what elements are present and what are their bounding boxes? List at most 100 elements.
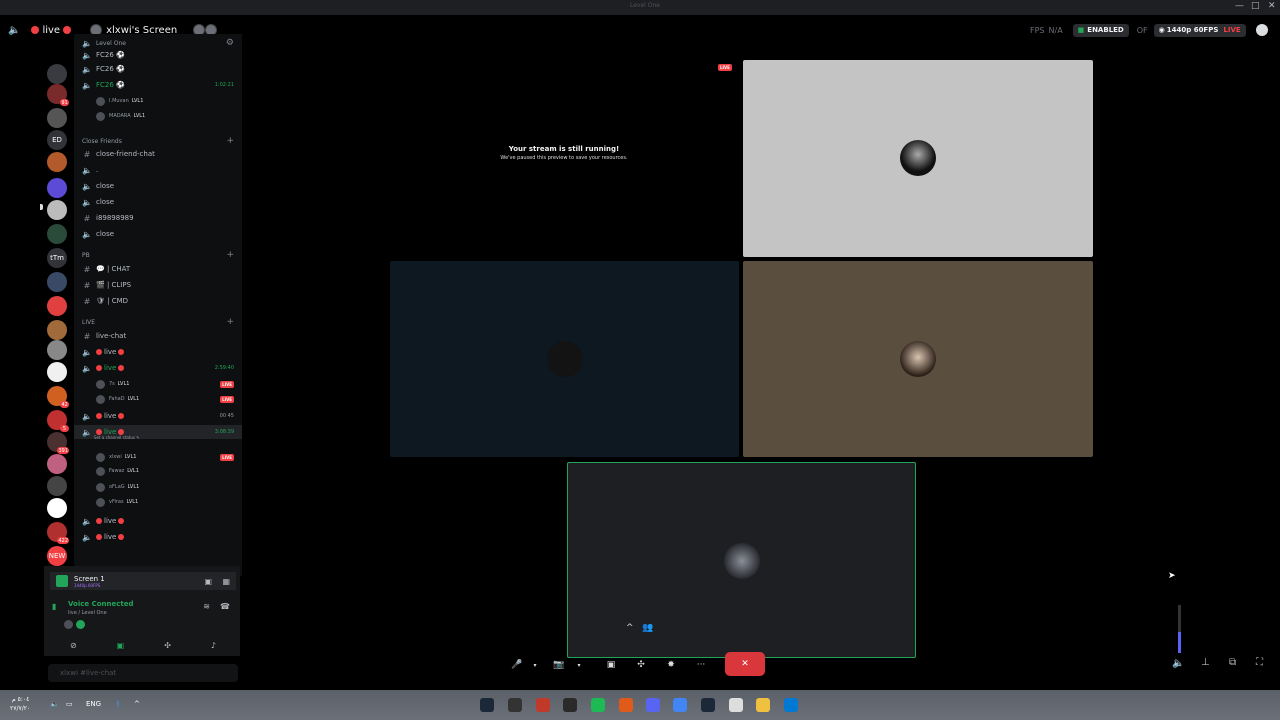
channel-category[interactable]: LIVE + — [74, 315, 242, 329]
minimize-button[interactable]: — — [1235, 1, 1244, 11]
channel-category[interactable]: PB + — [74, 248, 242, 262]
volume-tray-icon[interactable]: 🔈 — [50, 700, 59, 708]
server-icon[interactable] — [47, 152, 67, 172]
taskbar-app-icon[interactable] — [619, 698, 633, 712]
voice-user[interactable]: vFiras LVL1 — [74, 495, 242, 509]
taskbar-app-icon[interactable] — [756, 698, 770, 712]
server-icon[interactable] — [47, 272, 67, 292]
voice-user[interactable]: I.Muvan LVL1 — [74, 94, 242, 108]
noise-suppression-icon[interactable]: ≋ — [203, 602, 210, 611]
server-icon[interactable] — [47, 224, 67, 244]
text-channel[interactable]: # 🎬 | CLIPS — [74, 278, 242, 292]
taskbar-app-icon[interactable] — [646, 698, 660, 712]
add-channel-icon[interactable]: + — [226, 250, 234, 260]
server-icon[interactable]: 42 — [47, 386, 69, 408]
voice-user[interactable]: 7s LVL1 LIVE — [74, 377, 242, 391]
taskbar-app-icon[interactable] — [784, 698, 798, 712]
chevron-down-icon[interactable]: ▾ — [574, 656, 584, 674]
channel-status[interactable]: Set a channel status ✎ — [94, 435, 140, 440]
activities-icon[interactable]: ✣ — [164, 641, 171, 650]
server-icon[interactable] — [47, 340, 67, 360]
server-icon[interactable] — [47, 178, 67, 198]
activities-button[interactable]: ✣ — [634, 656, 648, 674]
text-channel[interactable]: # i89898989 — [74, 211, 242, 225]
voice-user[interactable]: MADARA LVL1 — [74, 109, 242, 123]
voice-channel[interactable]: 🔈 live 2:59:40 — [74, 361, 242, 375]
text-channel[interactable]: # 💬 | CHAT — [74, 262, 242, 276]
screen-share-icon[interactable]: ▣ — [117, 641, 125, 650]
language-indicator[interactable]: ENG — [86, 700, 101, 708]
taskbar-app-icon[interactable] — [563, 698, 577, 712]
message-input[interactable]: xlxwi #live-chat — [48, 664, 238, 682]
soundboard-icon[interactable]: ♪ — [211, 641, 216, 650]
voice-channel[interactable]: 🔈 live 00 45 — [74, 409, 242, 423]
server-icon[interactable]: 391 — [47, 432, 69, 454]
server-icon[interactable] — [47, 362, 67, 382]
more-button[interactable]: ··· — [694, 656, 708, 674]
voice-channel[interactable]: 🔈 live — [74, 530, 242, 544]
channel-category[interactable]: Close Friends + — [74, 134, 242, 148]
taskbar-app-icon[interactable] — [480, 698, 494, 712]
text-channel[interactable]: # close-friend-chat — [74, 147, 242, 161]
speaker-icon[interactable]: 🔈 — [8, 25, 20, 36]
voice-channel[interactable]: 🔈 live — [74, 514, 242, 528]
voice-channel[interactable]: 🔈 close — [74, 179, 242, 193]
voice-channel[interactable]: 🔈. — [74, 163, 242, 177]
volume-icon[interactable]: 🔈 — [1172, 658, 1184, 669]
add-channel-icon[interactable]: + — [226, 317, 234, 327]
server-icon[interactable]: 422 — [47, 522, 69, 544]
server-icon[interactable]: 5 — [47, 410, 69, 432]
voice-channel[interactable]: 🔈 FC26 ⚽ — [74, 62, 242, 76]
mic-button[interactable]: 🎤 — [510, 656, 524, 674]
pin-icon[interactable]: ⊥ — [1201, 657, 1210, 668]
voice-channel[interactable]: 🔈 FC26 ⚽ 1:02:21 — [74, 78, 242, 92]
chevron-down-icon[interactable]: ▾ — [530, 656, 540, 674]
participant-tile[interactable] — [390, 261, 739, 457]
network-icon[interactable]: ▭ — [66, 700, 73, 708]
server-icon[interactable] — [47, 498, 67, 518]
screen-settings-icon[interactable]: ▣ — [204, 577, 212, 586]
voice-channel[interactable]: 🔈 FC26 ⚽ — [74, 48, 242, 62]
server-icon[interactable]: 91 — [47, 84, 69, 106]
soundboard-button[interactable]: ✸ — [664, 656, 678, 674]
settings-icon[interactable]: ⚙ — [226, 38, 234, 48]
server-icon[interactable] — [47, 454, 67, 474]
participant-tile[interactable] — [743, 261, 1093, 457]
taskbar-app-icon[interactable] — [701, 698, 715, 712]
taskbar-app-icon[interactable] — [729, 698, 743, 712]
people-icon[interactable]: 👥 — [642, 623, 653, 633]
screen-share-button[interactable]: ▣ — [604, 656, 618, 674]
voice-channel[interactable]: 🔈 live 3:08:39 Set a channel status ✎ — [74, 425, 242, 440]
text-channel[interactable]: # 🛡 | CMD — [74, 294, 242, 308]
server-icon[interactable] — [47, 200, 67, 220]
taskbar-app-icon[interactable] — [673, 698, 687, 712]
add-channel-icon[interactable]: + — [226, 136, 234, 146]
screen-share-row[interactable]: Screen 1 1440p 60FPS ▣ ▦ — [50, 572, 236, 590]
chevron-up-icon[interactable]: ^ — [626, 623, 634, 633]
voice-user[interactable]: Fawaz LVL1 — [74, 464, 242, 478]
chat-icon[interactable] — [1255, 24, 1268, 36]
server-icon[interactable] — [47, 476, 67, 496]
voice-user[interactable]: FahaD LVL1 LIVE — [74, 392, 242, 406]
disconnect-icon[interactable]: ☎ — [220, 602, 230, 611]
taskbar-app-icon[interactable] — [536, 698, 550, 712]
stop-share-icon[interactable]: ▦ — [222, 577, 230, 586]
participant-tile-speaking[interactable]: ^ 👥 — [567, 462, 916, 658]
voice-channel[interactable]: 🔈 live — [74, 345, 242, 359]
fullscreen-icon[interactable]: ⛶ — [1256, 657, 1263, 668]
participant-tile[interactable] — [743, 60, 1093, 257]
taskbar-app-icon[interactable] — [591, 698, 605, 712]
voice-user[interactable]: xlxwi LVL1 LIVE — [74, 450, 242, 464]
popout-icon[interactable]: ⧉ — [1229, 657, 1236, 668]
voice-user[interactable]: oFLaG LVL1 — [74, 480, 242, 494]
text-channel[interactable]: # live-chat — [74, 329, 242, 343]
bluetooth-icon[interactable]: ᛒ — [116, 700, 120, 708]
maximize-button[interactable]: □ — [1251, 1, 1260, 11]
taskbar-app-icon[interactable] — [508, 698, 522, 712]
chevron-up-icon[interactable]: ^ — [134, 700, 140, 708]
server-icon[interactable]: tTm — [47, 248, 67, 268]
server-icon[interactable] — [47, 108, 67, 128]
voice-channel[interactable]: 🔈 close — [74, 227, 242, 241]
voice-channel[interactable]: 🔈 close — [74, 195, 242, 209]
server-icon[interactable]: NEW — [47, 546, 67, 566]
